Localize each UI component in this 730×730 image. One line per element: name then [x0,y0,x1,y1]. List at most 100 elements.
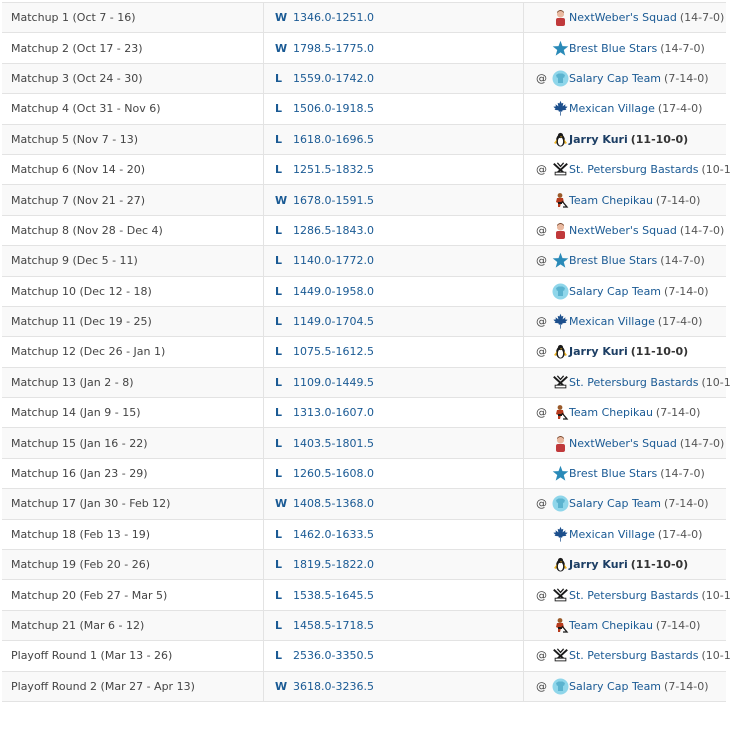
blue-star-icon[interactable] [552,252,569,269]
matchup-result-cell[interactable]: L 1462.0-1633.5 [264,519,524,550]
jersey-logo-icon[interactable] [552,70,569,87]
result-letter[interactable]: L [275,467,291,480]
opponent-team-link[interactable]: Jarry Kuri [569,345,628,358]
matchup-result-cell[interactable]: L 1449.0-1958.0 [264,276,524,306]
penguin-logo-icon[interactable] [552,343,569,360]
matchup-score-link[interactable]: 1109.0-1449.5 [293,376,374,389]
matchup-result-cell[interactable]: W 3618.0-3236.5 [264,671,524,701]
opponent-team-link[interactable]: Brest Blue Stars [569,42,657,55]
matchup-score-link[interactable]: 2536.0-3350.5 [293,649,374,662]
result-letter[interactable]: L [275,345,291,358]
matchup-result-cell[interactable]: L 1075.5-1612.5 [264,337,524,367]
matchup-result-cell[interactable]: L 1109.0-1449.5 [264,367,524,398]
player-avatar-icon[interactable] [552,222,569,239]
matchup-result-cell[interactable]: L 1819.5-1822.0 [264,550,524,580]
matchup-score-link[interactable]: 1408.5-1368.0 [293,497,374,510]
player-avatar-icon[interactable] [552,9,569,27]
crossed-sticks-icon[interactable] [552,647,569,664]
result-letter[interactable]: L [275,589,291,602]
opponent-team-link[interactable]: Salary Cap Team [569,72,661,85]
opponent-team-link[interactable]: Salary Cap Team [569,285,661,298]
matchup-score-link[interactable]: 1618.0-1696.5 [293,133,374,146]
opponent-team-link[interactable]: St. Petersburg Bastards [569,649,699,662]
hockey-player-icon[interactable] [552,404,569,421]
matchup-score-link[interactable]: 1075.5-1612.5 [293,345,374,358]
jersey-logo-icon[interactable] [552,495,569,512]
opponent-team-link[interactable]: St. Petersburg Bastards [569,589,699,602]
result-letter[interactable]: W [275,194,291,207]
matchup-score-link[interactable]: 1678.0-1591.5 [293,194,374,207]
matchup-result-cell[interactable]: L 1313.0-1607.0 [264,398,524,428]
result-letter[interactable]: L [275,102,291,115]
matchup-result-cell[interactable]: L 1251.5-1832.5 [264,154,524,185]
matchup-result-cell[interactable]: L 1506.0-1918.5 [264,94,524,124]
opponent-team-link[interactable]: NextWeber's Squad [569,11,677,24]
result-letter[interactable]: W [275,11,291,24]
maple-leaf-icon[interactable] [552,526,569,543]
matchup-result-cell[interactable]: W 1678.0-1591.5 [264,185,524,215]
blue-star-icon[interactable] [552,40,569,57]
result-letter[interactable]: W [275,497,291,510]
matchup-score-link[interactable]: 3618.0-3236.5 [293,680,374,693]
matchup-score-link[interactable]: 1251.5-1832.5 [293,163,374,176]
matchup-score-link[interactable]: 1462.0-1633.5 [293,528,374,541]
matchup-result-cell[interactable]: L 1559.0-1742.0 [264,63,524,94]
result-letter[interactable]: L [275,406,291,419]
opponent-team-link[interactable]: Mexican Village [569,102,655,115]
opponent-team-link[interactable]: NextWeber's Squad [569,224,677,237]
matchup-score-link[interactable]: 1559.0-1742.0 [293,72,374,85]
hockey-player-icon[interactable] [552,617,569,634]
opponent-team-link[interactable]: Mexican Village [569,315,655,328]
result-letter[interactable]: L [275,376,291,389]
matchup-score-link[interactable]: 1538.5-1645.5 [293,589,374,602]
opponent-team-link[interactable]: Team Chepikau [569,194,653,207]
matchup-result-cell[interactable]: L 1260.5-1608.0 [264,458,524,489]
opponent-team-link[interactable]: Jarry Kuri [569,133,628,146]
opponent-team-link[interactable]: Mexican Village [569,528,655,541]
result-letter[interactable]: L [275,528,291,541]
matchup-result-cell[interactable]: L 2536.0-3350.5 [264,641,524,671]
matchup-score-link[interactable]: 1149.0-1704.5 [293,315,374,328]
matchup-result-cell[interactable]: W 1798.5-1775.0 [264,33,524,63]
matchup-score-link[interactable]: 1346.0-1251.0 [293,11,374,24]
crossed-sticks-icon[interactable] [552,161,569,178]
blue-star-icon[interactable] [552,465,569,482]
matchup-result-cell[interactable]: L 1286.5-1843.0 [264,215,524,246]
jersey-logo-icon[interactable] [552,283,569,300]
opponent-team-link[interactable]: St. Petersburg Bastards [569,376,699,389]
matchup-score-link[interactable]: 1819.5-1822.0 [293,558,374,571]
opponent-team-link[interactable]: Brest Blue Stars [569,254,657,267]
opponent-team-link[interactable]: Salary Cap Team [569,680,661,693]
matchup-result-cell[interactable]: W 1346.0-1251.0 [264,3,524,33]
maple-leaf-icon[interactable] [552,100,569,117]
matchup-score-link[interactable]: 1458.5-1718.5 [293,619,374,632]
matchup-result-cell[interactable]: L 1618.0-1696.5 [264,124,524,154]
crossed-sticks-icon[interactable] [552,374,569,391]
hockey-player-icon[interactable] [552,192,569,209]
result-letter[interactable]: L [275,315,291,328]
result-letter[interactable]: L [275,72,291,85]
result-letter[interactable]: L [275,285,291,298]
matchup-result-cell[interactable]: L 1458.5-1718.5 [264,610,524,641]
matchup-result-cell[interactable]: L 1538.5-1645.5 [264,580,524,610]
matchup-score-link[interactable]: 1286.5-1843.0 [293,224,374,237]
crossed-sticks-icon[interactable] [552,587,569,604]
result-letter[interactable]: L [275,254,291,267]
jersey-logo-icon[interactable] [552,678,569,695]
result-letter[interactable]: L [275,649,291,662]
opponent-team-link[interactable]: Jarry Kuri [569,558,628,571]
opponent-team-link[interactable]: Salary Cap Team [569,497,661,510]
result-letter[interactable]: L [275,133,291,146]
result-letter[interactable]: L [275,224,291,237]
penguin-logo-icon[interactable] [552,131,569,148]
result-letter[interactable]: L [275,619,291,632]
opponent-team-link[interactable]: NextWeber's Squad [569,437,677,450]
result-letter[interactable]: W [275,680,291,693]
result-letter[interactable]: L [275,163,291,176]
matchup-result-cell[interactable]: L 1403.5-1801.5 [264,428,524,458]
opponent-team-link[interactable]: Team Chepikau [569,619,653,632]
matchup-score-link[interactable]: 1798.5-1775.0 [293,42,374,55]
opponent-team-link[interactable]: Brest Blue Stars [569,467,657,480]
maple-leaf-icon[interactable] [552,313,569,330]
player-avatar-icon[interactable] [552,435,569,452]
